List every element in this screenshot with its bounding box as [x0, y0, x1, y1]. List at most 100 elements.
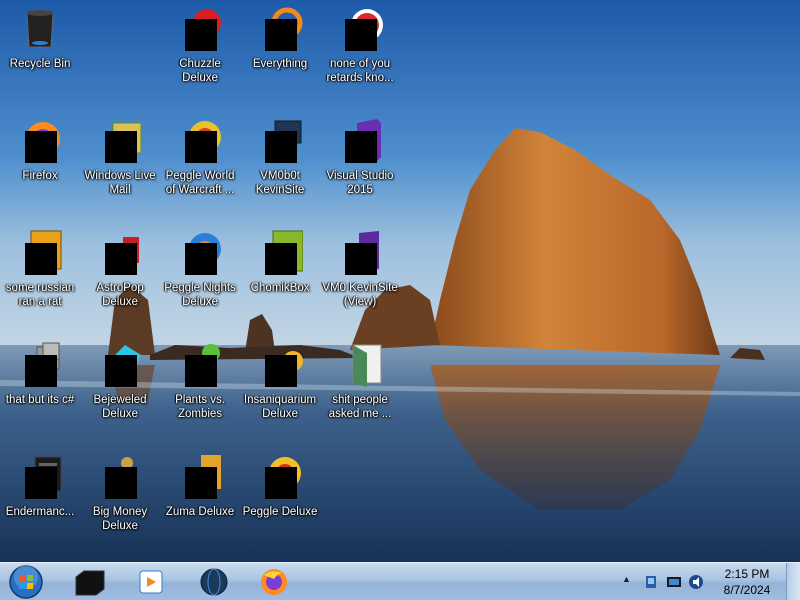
desktop-icon-none-of-you[interactable]: none of you retards kno...: [320, 5, 400, 115]
chuzzle-icon: [177, 5, 223, 51]
desktop-icon-label: Recycle Bin: [9, 58, 71, 70]
desktop-icon-label: none of you retards kno...: [326, 58, 394, 84]
show-desktop-button[interactable]: [786, 563, 800, 600]
desktop-icon-label: some russian ran a rat: [5, 282, 75, 308]
desktop-icon-chuzzle[interactable]: Chuzzle Deluxe: [160, 5, 240, 115]
desktop-icon-label: shit people asked me ...: [328, 394, 392, 420]
desktop-icon-label: Endermanc...: [5, 506, 75, 518]
peggle-icon: [177, 117, 223, 163]
desktop-icon-label: Peggle Nights Deluxe: [164, 282, 236, 308]
desktop-icon-label: AstroPop Deluxe: [96, 282, 144, 308]
desktop-icon-label: VM0 KevinSite (View): [322, 282, 398, 308]
redaction-box: [25, 467, 57, 499]
desktop-icon-label: that but its c#: [5, 394, 75, 406]
tray-overflow-button[interactable]: ▲: [622, 574, 631, 584]
redaction-box: [345, 19, 377, 51]
desktop-icon-chomikbox[interactable]: ChomikBox: [240, 229, 320, 339]
desktop-icon-plants-vs-zombies[interactable]: Plants vs. Zombies: [160, 341, 240, 451]
desktop-icon-recycle-bin[interactable]: Recycle Bin: [0, 5, 80, 115]
clock-date: 8/7/2024: [723, 583, 771, 597]
document-icon: [17, 229, 63, 275]
desktop-icon-label: Bejeweled Deluxe: [93, 394, 147, 420]
desktop-icon-vm0-kevinsite-view[interactable]: VM0 KevinSite (View): [320, 229, 400, 339]
desktop-icon-peggle-wow[interactable]: Peggle World of Warcraft ...: [160, 117, 240, 227]
desktop-icon-firefox[interactable]: Firefox: [0, 117, 80, 227]
windows-start-orb-icon: [9, 565, 43, 599]
redaction-box: [25, 243, 57, 275]
redaction-box: [185, 467, 217, 499]
mail-icon: [97, 117, 143, 163]
desktop-icon-insaniquarium[interactable]: Insaniquarium Deluxe: [240, 341, 320, 451]
desktop-icon-label: Zuma Deluxe: [165, 506, 235, 518]
peggle-nights-icon: [177, 229, 223, 275]
network-icon[interactable]: [644, 574, 660, 590]
desktop-icon-visual-studio-2015[interactable]: Visual Studio 2015: [320, 117, 400, 227]
desktop-icon-label: Big Money Deluxe: [92, 506, 148, 532]
redaction-box: [185, 243, 217, 275]
peggle-icon: [257, 453, 303, 499]
redaction-box: [105, 467, 137, 499]
desktop-icon-label: Chuzzle Deluxe: [179, 58, 221, 84]
desktop-icon-everything[interactable]: Everything: [240, 5, 320, 115]
desktop-icon-label: VM0b0t KevinSite: [255, 170, 305, 196]
game-icon: [337, 5, 383, 51]
desktop-icon-astropop[interactable]: AstroPop Deluxe: [80, 229, 160, 339]
redaction-box: [265, 131, 297, 163]
redaction-box: [105, 243, 137, 275]
desktop-icon-vm0b0t[interactable]: VM0b0t KevinSite: [240, 117, 320, 227]
terminal-icon: [17, 453, 63, 499]
redaction-box: [265, 355, 297, 387]
desktop-icon-folder-stack[interactable]: that but its c#: [0, 341, 80, 451]
redaction-box: [345, 131, 377, 163]
taskbar-clock[interactable]: 2:15 PM 8/7/2024: [706, 566, 788, 598]
recycle-bin-icon: [17, 5, 63, 51]
redaction-box: [25, 131, 57, 163]
volume-icon[interactable]: [688, 574, 704, 590]
start-button[interactable]: [6, 563, 46, 600]
redaction-box: [345, 243, 377, 275]
desktop-icon-label: Peggle World of Warcraft ...: [165, 170, 235, 196]
clock-time: 2:15 PM: [724, 567, 770, 581]
desktop-icon-peggle-nights[interactable]: Peggle Nights Deluxe: [160, 229, 240, 339]
plants-vs-zombies-icon: [177, 341, 223, 387]
redaction-box: [265, 19, 297, 51]
money-bag-icon: [97, 453, 143, 499]
globe-icon: [200, 568, 228, 596]
taskbar: ▲ 2:15 PM 8/7/2024: [0, 562, 800, 600]
desktop-icon-label: Firefox: [22, 170, 58, 182]
firefox-icon: [17, 117, 63, 163]
desktop-icon-shit-people-asked[interactable]: shit people asked me ...: [320, 341, 400, 451]
desktop-icon-windows-live-mail[interactable]: Windows Live Mail: [80, 117, 160, 227]
taskbar-item-media-player[interactable]: [122, 565, 178, 599]
redaction-box: [25, 355, 57, 387]
redaction-box: [105, 131, 137, 163]
redaction-box: [185, 355, 217, 387]
desktop[interactable]: Recycle Bin Firefox some russian ran a r…: [0, 0, 800, 562]
taskbar-item-terminal[interactable]: [62, 565, 118, 599]
firefox-icon: [261, 569, 287, 595]
redaction-box: [185, 131, 217, 163]
monitor-icon[interactable]: [666, 574, 682, 590]
redaction-box: [185, 19, 217, 51]
desktop-icon-label: ChomikBox: [250, 282, 310, 294]
visual-studio-icon: [337, 117, 383, 163]
desktop-icon-bejeweled[interactable]: Bejeweled Deluxe: [80, 341, 160, 451]
desktop-icon-label: Peggle Deluxe: [242, 506, 318, 518]
zuma-icon: [177, 453, 223, 499]
desktop-icon-endermanch[interactable]: Endermanc...: [0, 453, 80, 562]
desktop-icon-document[interactable]: some russian ran a rat: [0, 229, 80, 339]
desktop-icon-zuma[interactable]: Zuma Deluxe: [160, 453, 240, 562]
desktop-icon-peggle-deluxe[interactable]: Peggle Deluxe: [240, 453, 320, 562]
desktop-icon-label: Plants vs. Zombies: [175, 394, 225, 420]
folder-stack-icon: [17, 341, 63, 387]
everything-search-icon: [257, 5, 303, 51]
taskbar-item-globe[interactable]: [186, 565, 242, 599]
desktop-icon-label: Everything: [252, 58, 308, 70]
taskbar-item-firefox[interactable]: [246, 565, 302, 599]
astropop-icon: [97, 229, 143, 275]
redaction-box: [265, 243, 297, 275]
desktop-icon-big-money[interactable]: Big Money Deluxe: [80, 453, 160, 562]
desktop-icon-label: Insaniquarium Deluxe: [243, 394, 317, 420]
redaction-box: [265, 467, 297, 499]
redaction-box: [105, 355, 137, 387]
